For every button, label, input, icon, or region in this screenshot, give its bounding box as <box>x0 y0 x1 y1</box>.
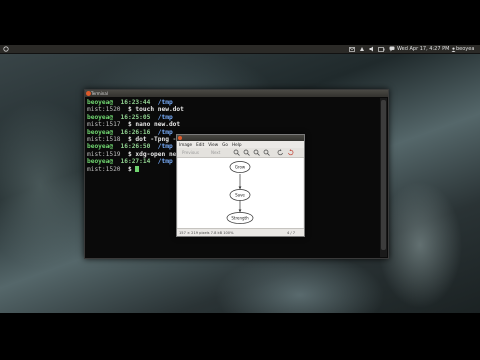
prompt-time: 16:23:44 <box>120 99 151 106</box>
viewer-statusbar: 157 × 219 pixels 7.8 kB 100% 4 / 7 <box>177 228 304 236</box>
prompt-host: mist:1517 <box>87 121 121 129</box>
battery-icon[interactable] <box>378 46 385 52</box>
prompt-host: mist:1518 <box>87 135 121 143</box>
power-icon[interactable] <box>2 46 9 52</box>
menu-help[interactable]: Help <box>230 141 244 148</box>
image-canvas[interactable]: Grow Save Strength <box>178 158 303 228</box>
graph-node-label: Grow <box>235 165 246 170</box>
viewer-menubar: Image Edit View Go Help <box>177 141 304 148</box>
prompt-path: /tmp <box>157 158 173 166</box>
mail-icon[interactable] <box>348 46 355 52</box>
volume-icon[interactable] <box>368 46 375 52</box>
prompt-time: 16:26:16 <box>120 128 151 136</box>
prompt-time: 16:26:50 <box>120 143 151 151</box>
top-panel: Wed Apr 17, 4:27 PM beoyea <box>0 45 480 54</box>
graph-node-label: Save <box>235 193 245 198</box>
prompt-user: beoyea@ <box>87 99 114 106</box>
scrollbar-thumb[interactable] <box>381 100 386 250</box>
menu-view[interactable]: View <box>206 141 220 148</box>
menu-go[interactable]: Go <box>220 141 230 148</box>
prompt-path: /tmp <box>157 99 173 106</box>
prompt-path: /tmp <box>157 128 173 136</box>
terminal-line: mist:1517 $ nano new.dot <box>87 121 377 128</box>
terminal-command: $ touch new.dot <box>127 106 184 114</box>
terminal-title: Terminal <box>91 91 108 96</box>
prompt-user: beoyea@ <box>87 113 114 121</box>
prompt-user: beoyea@ <box>87 143 114 151</box>
rotate-right-icon[interactable] <box>287 149 294 156</box>
image-index: 4 / 7 <box>287 231 296 235</box>
chat-icon[interactable] <box>388 46 395 52</box>
menu-edit[interactable]: Edit <box>194 141 206 148</box>
prompt-host: mist:1519 <box>87 150 121 158</box>
prompt-path: /tmp <box>157 143 173 151</box>
terminal-line: beoyea@ 16:23:44 /tmp <box>87 99 377 106</box>
prompt-time: 16:25:05 <box>120 113 151 121</box>
terminal-cursor <box>135 165 140 172</box>
next-button[interactable]: Next <box>211 149 220 156</box>
terminal-command: $ <box>127 165 136 173</box>
zoom-normal-icon[interactable] <box>253 149 260 156</box>
terminal-titlebar[interactable]: Terminal <box>85 90 388 97</box>
prompt-time: 16:27:14 <box>120 158 151 166</box>
viewer-close-button[interactable] <box>178 136 182 140</box>
prompt-path: /tmp <box>157 113 173 121</box>
graph-node-label: Strength <box>231 216 249 221</box>
clock[interactable]: Wed Apr 17, 4:27 PM <box>397 45 449 53</box>
terminal-scrollbar[interactable] <box>380 98 387 257</box>
network-icon[interactable] <box>358 46 365 52</box>
terminal-command: $ xdg-open ne <box>127 150 177 158</box>
rotate-left-icon[interactable] <box>277 149 284 156</box>
terminal-line: mist:1520 $ touch new.dot <box>87 106 377 113</box>
zoom-out-icon[interactable] <box>243 149 250 156</box>
screen: Wed Apr 17, 4:27 PM beoyea Terminal beoy… <box>0 0 480 360</box>
image-info: 157 × 219 pixels 7.8 kB 100% <box>179 231 234 235</box>
graph-image: Grow Save Strength <box>226 161 254 224</box>
terminal-command: $ nano new.dot <box>127 121 181 129</box>
previous-button[interactable]: Previous <box>182 149 199 156</box>
terminal-line: beoyea@ 16:25:05 /tmp <box>87 114 377 121</box>
viewer-toolbar: Previous Next <box>177 148 304 158</box>
prompt-user: beoyea@ <box>87 128 114 136</box>
menu-image[interactable]: Image <box>177 141 194 148</box>
image-viewer-window[interactable]: Image Edit View Go Help Previous Next Gr… <box>176 134 305 237</box>
prompt-user: beoyea@ <box>87 158 114 166</box>
user-menu[interactable]: beoyea <box>456 45 474 53</box>
zoom-in-icon[interactable] <box>233 149 240 156</box>
prompt-host: mist:1520 <box>87 106 121 114</box>
zoom-fit-icon[interactable] <box>263 149 270 156</box>
prompt-host: mist:1520 <box>87 165 121 173</box>
